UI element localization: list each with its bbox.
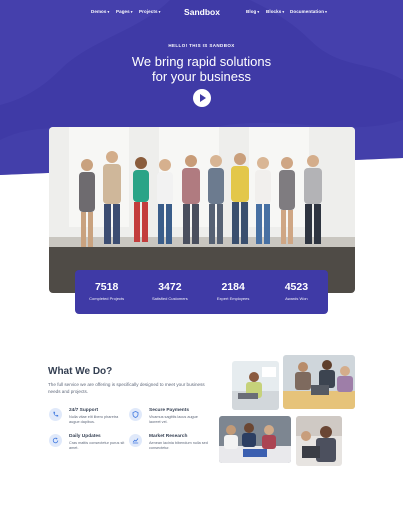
feature-desc: Vivamus sagittis lacus augue laoreet vel… bbox=[149, 415, 198, 424]
chevron-down-icon: ▾ bbox=[282, 10, 285, 14]
nav-item-demos[interactable]: Demos▾ bbox=[91, 9, 109, 14]
nav-item-pages[interactable]: Pages▾ bbox=[116, 9, 133, 14]
section-title: What We Do? bbox=[48, 366, 113, 377]
feature-payments: Secure Payments Vivamus sagittis lacus a… bbox=[129, 408, 209, 432]
stat-value: 3472 bbox=[158, 281, 182, 293]
feature-support: 24/7 Support Nulla vitae elit libero pha… bbox=[49, 408, 129, 432]
section-description: The full service we are offering is spec… bbox=[48, 382, 205, 394]
team-photo-image bbox=[49, 127, 355, 293]
nav-label: Blocks bbox=[266, 9, 282, 14]
stat-label: Completed Projects bbox=[89, 296, 125, 301]
feature-desc: Aenean lacinia bibendum nulla sed consec… bbox=[149, 441, 208, 450]
chevron-down-icon: ▾ bbox=[158, 10, 161, 14]
shield-icon bbox=[129, 408, 142, 421]
navbar: Demos▾ Pages▾ Projects▾ Sandbox Blog▾ Bl… bbox=[0, 7, 403, 19]
chevron-down-icon: ▾ bbox=[257, 10, 260, 14]
logo[interactable]: Sandbox bbox=[181, 7, 223, 17]
play-button[interactable] bbox=[193, 89, 211, 107]
refresh-icon bbox=[49, 434, 62, 447]
chart-icon bbox=[129, 434, 142, 447]
feature-research: Market Research Aenean lacinia bibendum … bbox=[129, 434, 209, 458]
hero-headline: We bring rapid solutions for your busine… bbox=[0, 54, 403, 84]
stat-label: Satisfied Customers bbox=[151, 296, 188, 301]
chevron-down-icon: ▾ bbox=[130, 10, 133, 14]
gallery-image-meeting bbox=[283, 355, 355, 409]
feature-title: 24/7 Support bbox=[69, 408, 99, 413]
nav-label: Pages bbox=[116, 9, 130, 14]
feature-title: Secure Payments bbox=[149, 408, 189, 413]
nav-label: Projects bbox=[139, 9, 158, 14]
chevron-down-icon: ▾ bbox=[325, 10, 327, 14]
chevron-down-icon: ▾ bbox=[107, 10, 110, 14]
gallery-image-office bbox=[219, 416, 291, 463]
stat-expert-employees: 2184 Expert Employees bbox=[202, 270, 265, 314]
gallery-image-laptop bbox=[232, 361, 279, 410]
headline-line-1: We bring rapid solutions bbox=[131, 54, 272, 69]
nav-item-blog[interactable]: Blog▾ bbox=[246, 9, 259, 14]
nav-item-projects[interactable]: Projects▾ bbox=[139, 9, 160, 14]
stats-bar: 7518 Completed Projects 3472 Satisfied C… bbox=[75, 270, 328, 314]
nav-item-documentation[interactable]: Documentation▾ bbox=[290, 9, 327, 14]
team-photo bbox=[49, 127, 355, 293]
nav-item-blocks[interactable]: Blocks▾ bbox=[266, 9, 284, 14]
stat-completed-projects: 7518 Completed Projects bbox=[75, 270, 138, 314]
nav-label: Documentation bbox=[290, 9, 325, 14]
feature-title: Market Research bbox=[149, 434, 188, 439]
feature-title: Daily Updates bbox=[69, 434, 101, 439]
nav-label: Demos bbox=[91, 9, 107, 14]
stat-label: Awards Won bbox=[285, 296, 308, 301]
stat-value: 2184 bbox=[221, 281, 245, 293]
stat-value: 4523 bbox=[284, 281, 309, 293]
stat-awards-won: 4523 Awards Won bbox=[265, 270, 328, 314]
nav-label: Blog bbox=[246, 9, 257, 14]
feature-desc: Cras mattis consectetur purus sit amet. bbox=[69, 441, 125, 450]
feature-desc: Nulla vitae elit libero pharetra augue d… bbox=[69, 415, 119, 424]
headline-line-2: for your business bbox=[152, 69, 251, 84]
stat-value: 7518 bbox=[94, 281, 119, 293]
gallery-image-tablet bbox=[296, 416, 342, 466]
feature-updates: Daily Updates Cras mattis consectetur pu… bbox=[49, 434, 129, 458]
phone-icon bbox=[49, 408, 62, 421]
hero-kicker: HELLO! THIS IS SANDBOX bbox=[168, 43, 235, 48]
stat-label: Expert Employees bbox=[216, 296, 250, 301]
stat-satisfied-customers: 3472 Satisfied Customers bbox=[138, 270, 201, 314]
